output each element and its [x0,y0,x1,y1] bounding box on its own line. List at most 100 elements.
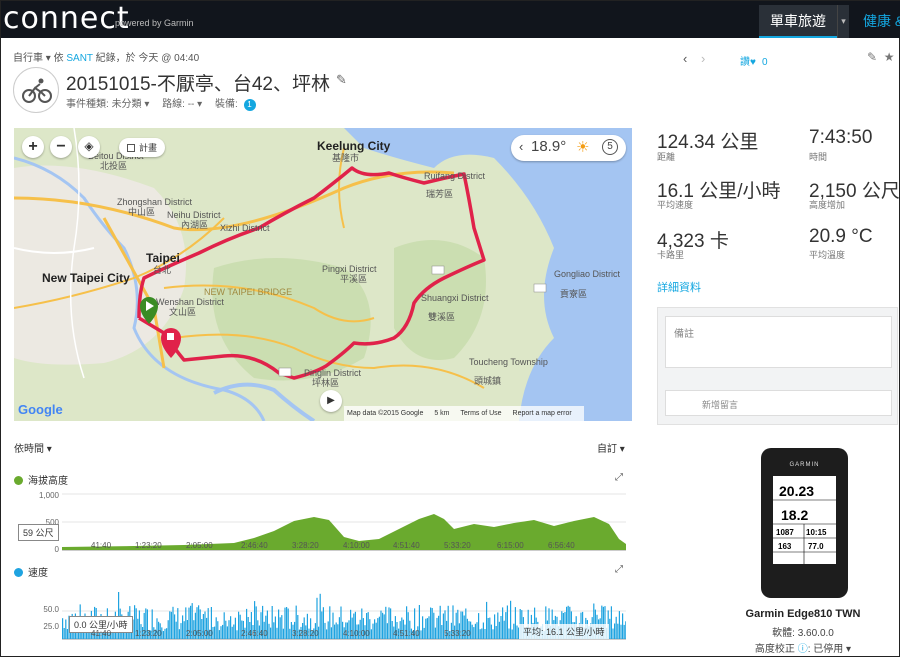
activity-type[interactable]: 自行車 [13,53,43,64]
x-tick: 4:51:40 [393,541,420,550]
route-select[interactable]: -- [188,99,195,110]
speed-bar [471,624,473,639]
weather-widget[interactable]: ‹ 18.9° ☀ 5 [511,135,626,161]
notes-input[interactable]: 備註 [665,316,892,368]
nav-item-cycling[interactable]: 單車旅遊 [759,5,837,38]
custom-select[interactable]: 自訂 ▾ [597,440,625,455]
stat-time: 7:43:50 [809,127,873,148]
speed-bar [322,607,324,639]
speed-bar [383,614,385,639]
connect-logo[interactable]: connect [3,3,130,35]
stat-avg-temp: 20.9 °C [809,226,873,247]
checkbox-icon[interactable] [127,144,135,152]
by-time-select[interactable]: 依時間 ▾ [14,440,52,455]
speed-bar [378,616,380,639]
device-elevation: 1087 [776,528,794,537]
speed-bar [278,609,280,639]
speed-bar [431,608,433,639]
speed-bar [327,621,329,639]
speed-bar [375,622,377,639]
speed-bar [380,610,382,639]
speed-bar [505,612,507,639]
heart-icon: ♥ [750,57,756,68]
speed-bar [490,624,492,639]
layers-icon[interactable]: ◈ [78,136,100,158]
speed-bar [610,606,612,639]
calibration-select[interactable]: 已停用 [813,644,843,655]
map-label-shuangxi-zh: 雙溪區 [428,312,456,322]
play-icon[interactable]: ▶ [320,390,342,412]
speed-chart-title: 速度 [14,564,48,579]
weather-count[interactable]: 5 [602,139,618,155]
report-link[interactable]: Report a map error [513,410,572,417]
speed-bar [438,615,440,639]
device-image: GARMIN 20.23 18.2 1087 10:15 163 77.0 [761,448,848,598]
speed-bar [286,607,288,639]
speed-bar [441,625,443,639]
user-link[interactable]: SANT [66,53,93,64]
map-label-shuangxi: Shuangxi District [421,293,489,303]
speed-bar [324,622,326,639]
map-label-pingxi: Pingxi District [322,264,377,274]
help-icon[interactable]: ⓘ [798,644,808,655]
page-title[interactable]: 20151015-不厭亭、台42、坪林 [66,69,330,96]
chevron-left-icon[interactable]: ‹ [683,51,687,66]
route-map[interactable]: Keelung City 基隆市 Taipei 台北 New Taipei Ci… [14,128,632,421]
speed-bar [506,605,508,639]
speed-bar [609,618,611,639]
map-label-new-taipei: New Taipei City [42,271,130,285]
speed-bar [230,616,232,639]
map-label-toucheng: Toucheng Township [469,357,548,367]
speed-bar [508,628,510,639]
speed-bar [473,627,475,639]
speed-bar [498,621,500,639]
terms-link[interactable]: Terms of Use [460,410,501,417]
speed-average: 平均: 16.1 公里/小時 [519,624,609,639]
speed-bar [238,611,240,639]
x-tick: 41:40 [91,629,112,638]
speed-bar [169,611,171,639]
plan-toggle[interactable]: 計畫 [119,138,166,157]
star-icon[interactable]: ★ [884,50,895,64]
new-comment-input[interactable]: 新增留言 [665,390,892,416]
chevron-down-icon[interactable]: ▾ [46,53,54,64]
like-button[interactable]: 讚♥ 0 [740,53,768,68]
details-link[interactable]: 詳細資料 [657,279,701,295]
zoom-out-button[interactable]: − [50,136,72,158]
chevron-right-icon[interactable]: › [701,51,705,66]
expand-icon[interactable]: ⤢ [615,564,623,575]
speed-bar [486,601,488,639]
chevron-left-icon[interactable]: ‹ [519,139,523,154]
edit-icon[interactable]: ✎ [867,50,877,64]
speed-bar [284,607,286,639]
map-label-pingxi-zh: 平溪區 [340,274,368,284]
x-tick: 6:56:40 [548,541,575,550]
y-tick: 1,000 [38,491,59,500]
nav-item-health[interactable]: 健康 & [851,5,900,38]
top-bar: connect powered by Garmin 單車旅遊 ▾ 健康 & [1,1,900,38]
map-credits: Map data ©2015 Google 5 km Terms of Use … [344,406,584,421]
y-tick: 0 [54,545,59,554]
device-name[interactable]: Garmin Edge810 TWN [713,608,893,620]
speed-bar [279,617,281,639]
speed-bar [273,622,275,639]
speed-bar [338,617,340,639]
map-label-gongliao-zh: 貢寮區 [560,289,588,299]
zoom-in-button[interactable]: + [22,136,44,158]
x-tick: 2:05:00 [186,541,213,550]
chevron-down-icon[interactable]: ▾ [837,5,849,38]
temperature: 18.9° [531,138,567,155]
speed-bar [514,607,516,639]
speed-bar [182,615,184,639]
speed-bar [233,624,235,639]
map-label-ruifang-zh: 瑞芳區 [426,189,454,199]
edit-pencil-icon[interactable]: ✎ [336,72,347,88]
map-label-beitou-zh: 北投區 [100,161,128,171]
expand-icon[interactable]: ⤢ [615,472,623,483]
device-distance: 20.23 [779,483,814,499]
event-type-select[interactable]: 未分類 [112,99,142,110]
speed-bar [330,627,332,639]
speed-bar [335,622,337,639]
gear-count-badge[interactable]: 1 [243,99,256,111]
map-label-keelung-zh: 基隆市 [332,153,360,163]
